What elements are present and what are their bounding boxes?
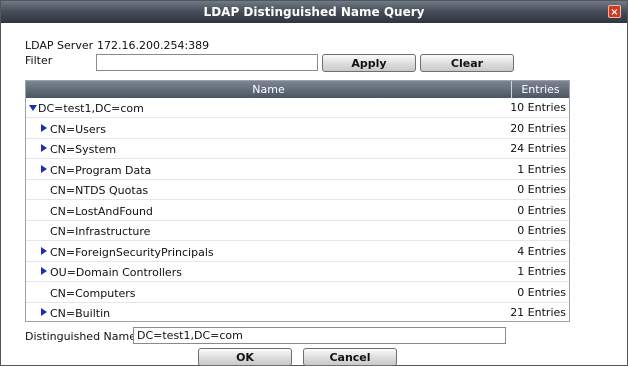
table-row[interactable]: CN=Infrastructure 0 Entries <box>26 221 569 241</box>
expand-right-icon[interactable] <box>41 308 47 316</box>
row-entries: 1 Entries <box>517 162 566 176</box>
clear-button[interactable]: Clear <box>420 54 514 72</box>
close-icon[interactable]: × <box>608 5 621 18</box>
expand-right-icon[interactable] <box>41 267 47 275</box>
row-name: CN=NTDS Quotas <box>50 184 149 197</box>
title-bar: LDAP Distinguished Name Query × <box>1 1 627 23</box>
table-header: Name Entries <box>26 81 569 98</box>
table-row[interactable]: CN=Users 20 Entries <box>26 119 569 139</box>
table-row[interactable]: OU=Domain Controllers 1 Entries <box>26 262 569 282</box>
row-name: DC=test1,DC=com <box>38 102 144 115</box>
row-name: CN=ForeignSecurityPrincipals <box>50 245 214 259</box>
table-row[interactable]: CN=Builtin 21 Entries <box>26 303 569 321</box>
distinguished-name-label: Distinguished Name: <box>25 330 140 343</box>
row-entries: 0 Entries <box>517 224 566 237</box>
table-row[interactable]: CN=ForeignSecurityPrincipals 4 Entries <box>26 242 569 262</box>
table-row[interactable]: CN=System 24 Entries <box>26 139 569 159</box>
row-name: CN=Users <box>50 122 106 136</box>
dn-tree-table: Name Entries DC=test1,DC=com 10 Entries CN… <box>25 80 570 322</box>
row-name: OU=Domain Controllers <box>50 266 182 279</box>
row-name: CN=Builtin <box>50 307 111 320</box>
row-name: CN=LostAndFound <box>50 204 153 218</box>
table-row[interactable]: CN=LostAndFound 0 Entries <box>26 201 569 221</box>
apply-button[interactable]: Apply <box>322 54 416 72</box>
row-entries: 20 Entries <box>510 121 566 135</box>
row-entries: 0 Entries <box>517 285 566 299</box>
row-entries: 24 Entries <box>510 142 566 155</box>
filter-label: Filter <box>25 54 53 67</box>
row-entries: 4 Entries <box>517 244 566 258</box>
distinguished-name-field[interactable]: DC=test1,DC=com <box>133 327 506 344</box>
expand-right-icon[interactable] <box>41 144 47 152</box>
ldap-dn-query-dialog: LDAP Distinguished Name Query × LDAP Ser… <box>0 0 628 366</box>
column-header-entries[interactable]: Entries <box>512 81 569 98</box>
expand-right-icon[interactable] <box>41 123 47 132</box>
expand-right-icon[interactable] <box>41 246 47 255</box>
ldap-server-label: LDAP Server <box>25 39 94 52</box>
ok-button[interactable]: OK <box>198 348 292 366</box>
filter-input[interactable] <box>96 54 318 71</box>
table-row[interactable]: CN=Program Data 1 Entries <box>26 160 569 180</box>
row-entries: 1 Entries <box>517 265 566 278</box>
ldap-server-value: 172.16.200.254:389 <box>97 39 210 52</box>
row-entries: 21 Entries <box>510 306 566 319</box>
table-row[interactable]: DC=test1,DC=com 10 Entries <box>26 98 569 118</box>
row-name: CN=Computers <box>50 286 136 300</box>
table-row[interactable]: CN=NTDS Quotas 0 Entries <box>26 180 569 200</box>
row-entries: 0 Entries <box>517 183 566 196</box>
row-entries: 0 Entries <box>517 203 566 217</box>
table-row[interactable]: CN=Computers 0 Entries <box>26 283 569 303</box>
expand-right-icon[interactable] <box>41 164 47 173</box>
cancel-button[interactable]: Cancel <box>303 348 397 366</box>
row-name: CN=Infrastructure <box>50 225 151 238</box>
row-name: CN=System <box>50 143 117 156</box>
dialog-title: LDAP Distinguished Name Query <box>203 5 425 19</box>
row-name: CN=Program Data <box>50 163 152 177</box>
row-entries: 10 Entries <box>510 101 566 114</box>
column-header-name[interactable]: Name <box>26 81 512 98</box>
expand-down-icon[interactable] <box>29 105 37 111</box>
